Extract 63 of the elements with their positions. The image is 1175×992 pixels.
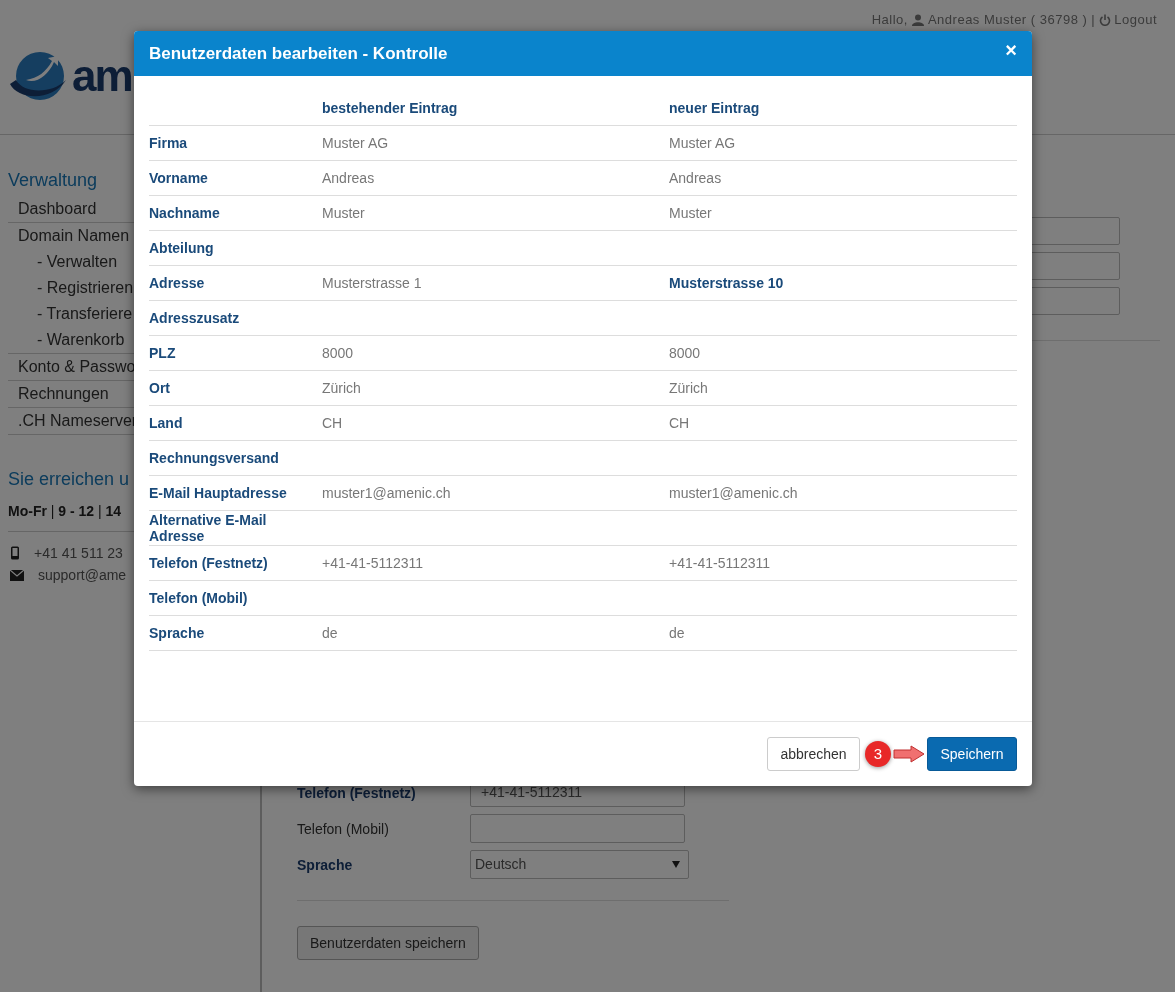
table-cell: de <box>322 615 669 651</box>
mail-icon <box>10 569 24 581</box>
phone-number: +41 41 511 23 <box>34 545 123 561</box>
arrow-icon <box>893 745 925 763</box>
table-cell: 8000 <box>322 335 669 371</box>
table-cell: CH <box>669 405 1017 441</box>
save-button[interactable]: Speichern <box>927 737 1017 771</box>
field-label: Abteilung <box>149 230 322 266</box>
power-icon <box>1099 13 1112 26</box>
close-button[interactable]: × <box>1005 39 1017 60</box>
table-cell: muster1@amenic.ch <box>322 475 669 511</box>
field-label: Telefon (Mobil) <box>149 580 322 616</box>
logo-text: am <box>72 50 132 102</box>
field-label: Telefon (Festnetz) <box>297 784 417 801</box>
contact-title: Sie erreichen u <box>8 469 130 491</box>
column-header: neuer Eintrag <box>669 91 1017 126</box>
field-label: Sprache <box>149 615 322 651</box>
table-cell: de <box>669 615 1017 651</box>
user-icon <box>911 13 924 26</box>
table-cell: +41-41-5112311 <box>322 545 669 581</box>
column-header: bestehender Eintrag <box>322 91 669 126</box>
field-label: Rechnungsversand <box>149 440 322 476</box>
field-label: Telefon (Mobil) <box>297 820 390 837</box>
save-user-data-button[interactable]: Benutzerdaten speichern <box>297 926 479 960</box>
field-label: Adresszusatz <box>149 300 322 336</box>
table-cell: Musterstrasse 1 <box>322 265 669 301</box>
input-field[interactable] <box>470 814 685 843</box>
table-cell: Muster <box>669 195 1017 231</box>
field-label: Adresse <box>149 265 322 301</box>
caret-icon <box>672 861 680 868</box>
field-label: Vorname <box>149 160 322 196</box>
field-label: E-Mail Hauptadresse <box>149 475 322 511</box>
table-cell: muster1@amenic.ch <box>669 475 1017 511</box>
language-select[interactable]: Deutsch <box>470 850 689 879</box>
field-label: PLZ <box>149 335 322 371</box>
greeting-text: Hallo, <box>871 12 908 27</box>
field-label: Nachname <box>149 195 322 231</box>
field-label: Alternative E-Mail Adresse <box>149 510 322 546</box>
email-link[interactable]: support@ame <box>38 567 127 583</box>
logout-link[interactable]: Logout <box>1099 12 1157 27</box>
field-label: Sprache <box>297 856 354 873</box>
separator-text: | <box>1091 12 1096 27</box>
table-cell: Andreas <box>669 160 1017 196</box>
table-cell: Musterstrasse 10 <box>669 265 1017 301</box>
field-label: Firma <box>149 125 322 161</box>
phone-icon <box>10 546 20 560</box>
step-badge: 3 <box>865 741 891 767</box>
table-cell: Muster AG <box>322 125 669 161</box>
table-cell: Muster <box>322 195 669 231</box>
user-name: Andreas Muster ( 36798 ) <box>927 12 1088 27</box>
sidebar-title: Verwaltung <box>8 170 98 192</box>
dialog-title: Benutzerdaten bearbeiten - Kontrolle <box>149 43 448 64</box>
field-label: Ort <box>149 370 322 406</box>
table-cell: +41-41-5112311 <box>669 545 1017 581</box>
table-cell: Zürich <box>669 370 1017 406</box>
table-cell: Andreas <box>322 160 669 196</box>
field-label: Land <box>149 405 322 441</box>
table-cell: Muster AG <box>669 125 1017 161</box>
cancel-button[interactable]: abbrechen <box>767 737 860 771</box>
table-cell: CH <box>322 405 669 441</box>
field-label: Telefon (Festnetz) <box>149 545 322 581</box>
table-cell: 8000 <box>669 335 1017 371</box>
table-cell: Zürich <box>322 370 669 406</box>
